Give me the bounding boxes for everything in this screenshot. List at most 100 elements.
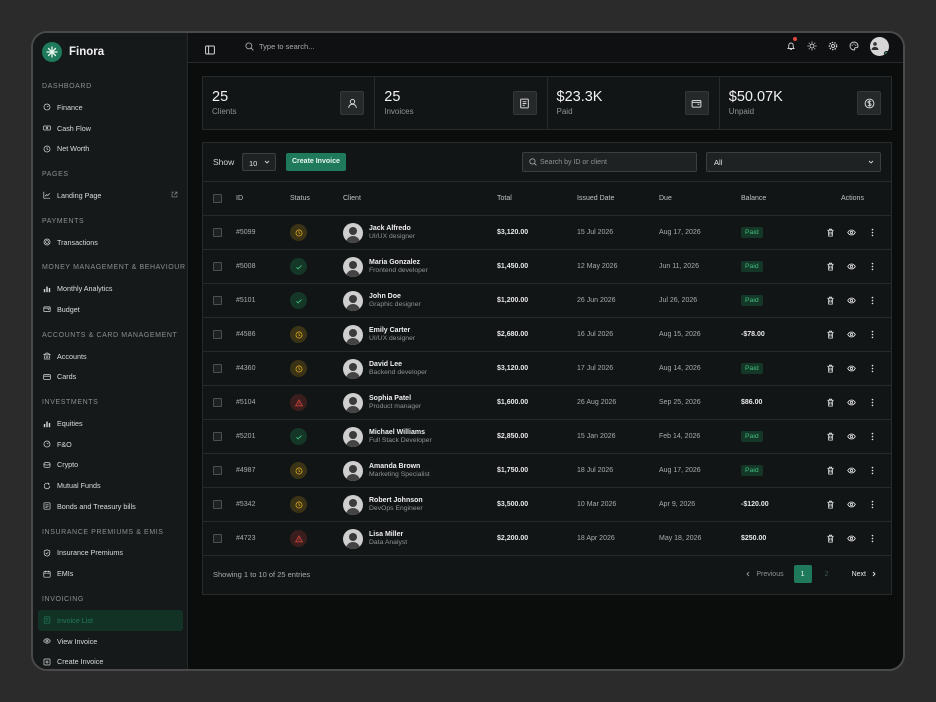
table-row[interactable]: #4987 Amanda Brown Marketing Specialist $1,…	[203, 454, 891, 488]
sidebar-item-monthly-analytics[interactable]: Monthly Analytics	[33, 278, 187, 299]
sidebar-item-mutual-funds[interactable]: Mutual Funds	[33, 475, 187, 496]
settings-button[interactable]	[828, 38, 838, 56]
delete-button[interactable]	[825, 364, 835, 374]
view-button[interactable]	[846, 228, 856, 238]
delete-button[interactable]	[825, 296, 835, 306]
invoice-id[interactable]: #5008	[236, 250, 255, 283]
view-button[interactable]	[846, 398, 856, 408]
more-button[interactable]	[867, 228, 877, 238]
view-button[interactable]	[846, 466, 856, 476]
invoice-id[interactable]: #5099	[236, 216, 255, 249]
col-total-header[interactable]: Total	[497, 182, 512, 215]
row-checkbox[interactable]	[213, 432, 222, 441]
invoice-id[interactable]: #4586	[236, 318, 255, 351]
sidebar-item-create-invoice[interactable]: Create Invoice	[33, 651, 187, 669]
delete-button[interactable]	[825, 534, 835, 544]
table-row[interactable]: #5008 Maria Gonzalez Frontend developer $1,…	[203, 250, 891, 284]
col-issued-header[interactable]: Issued Date	[577, 182, 614, 215]
select-all-checkbox[interactable]	[213, 194, 222, 203]
row-checkbox[interactable]	[213, 500, 222, 509]
more-button[interactable]	[867, 500, 877, 510]
delete-button[interactable]	[825, 432, 835, 442]
sidebar-item-budget[interactable]: Budget	[33, 299, 187, 320]
row-checkbox[interactable]	[213, 262, 222, 271]
view-button[interactable]	[846, 500, 856, 510]
palette-button[interactable]	[849, 38, 859, 56]
view-button[interactable]	[846, 534, 856, 544]
more-button[interactable]	[867, 330, 877, 340]
row-checkbox[interactable]	[213, 296, 222, 305]
table-row[interactable]: #4360 David Lee Backend developer $3,120.00…	[203, 352, 891, 386]
sidebar-item-emis[interactable]: EMIs	[33, 563, 187, 584]
col-due-header[interactable]: Due	[659, 182, 672, 215]
col-status-header[interactable]: Status	[290, 182, 310, 215]
next-page-button[interactable]: Next	[852, 571, 877, 578]
view-button[interactable]	[846, 296, 856, 306]
notifications-button[interactable]	[786, 36, 797, 56]
table-row[interactable]: #5201 Michael Williams Full Stack Develope…	[203, 420, 891, 454]
more-button[interactable]	[867, 432, 877, 442]
sidebar-item-cash-flow[interactable]: Cash Flow	[33, 118, 187, 139]
sidebar-item-cards[interactable]: Cards	[33, 367, 187, 388]
sidebar-toggle-button[interactable]	[205, 42, 215, 60]
delete-button[interactable]	[825, 398, 835, 408]
invoice-id[interactable]: #5342	[236, 488, 255, 521]
sidebar-item-landing-page[interactable]: Landing Page	[33, 185, 187, 206]
col-client-header[interactable]: Client	[343, 182, 361, 215]
sidebar-item-insurance-premiums[interactable]: Insurance Premiums	[33, 543, 187, 564]
sidebar-item-view-invoice[interactable]: View Invoice	[33, 631, 187, 652]
row-checkbox[interactable]	[213, 330, 222, 339]
table-row[interactable]: #5342 Robert Johnson DevOps Engineer $3,500…	[203, 488, 891, 522]
table-row[interactable]: #5099 Jack Alfredo UI/UX designer $3,120.00…	[203, 216, 891, 250]
view-button[interactable]	[846, 330, 856, 340]
delete-button[interactable]	[825, 330, 835, 340]
more-button[interactable]	[867, 466, 877, 476]
row-checkbox[interactable]	[213, 466, 222, 475]
sidebar-item-crypto[interactable]: Crypto	[33, 455, 187, 476]
sidebar-item-bonds-and-treasury-bills[interactable]: Bonds and Treasury bills	[33, 496, 187, 517]
row-checkbox[interactable]	[213, 228, 222, 237]
delete-button[interactable]	[825, 228, 835, 238]
view-button[interactable]	[846, 262, 856, 272]
status-filter-select[interactable]: All	[706, 152, 881, 172]
delete-button[interactable]	[825, 500, 835, 510]
page-1-button[interactable]: 1	[793, 565, 812, 583]
more-button[interactable]	[867, 398, 877, 408]
sidebar-item-net-worth[interactable]: Net Worth	[33, 138, 187, 159]
view-button[interactable]	[846, 432, 856, 442]
col-balance-header[interactable]: Balance	[741, 182, 766, 215]
invoice-search-input[interactable]: Search by ID or client	[522, 152, 697, 172]
more-button[interactable]	[867, 296, 877, 306]
page-2-button[interactable]: 2	[818, 565, 836, 583]
more-button[interactable]	[867, 364, 877, 374]
invoice-id[interactable]: #5101	[236, 284, 255, 317]
view-button[interactable]	[846, 364, 856, 374]
invoice-id[interactable]: #4723	[236, 522, 255, 555]
row-checkbox[interactable]	[213, 534, 222, 543]
sidebar-item-equities[interactable]: Equities	[33, 413, 187, 434]
theme-toggle-button[interactable]	[807, 38, 817, 56]
table-row[interactable]: #5104 Sophia Patel Product manager $1,600.0…	[203, 386, 891, 420]
sidebar-item-finance[interactable]: Finance	[33, 97, 187, 118]
sidebar-item-accounts[interactable]: Accounts	[33, 346, 187, 367]
row-checkbox[interactable]	[213, 398, 222, 407]
table-row[interactable]: #5101 John Doe Graphic designer $1,200.00 26…	[203, 284, 891, 318]
invoice-id[interactable]: #4360	[236, 352, 255, 385]
col-id-header[interactable]: ID	[236, 182, 243, 215]
invoice-id[interactable]: #4987	[236, 454, 255, 487]
brand[interactable]: Finora	[42, 42, 104, 62]
more-button[interactable]	[867, 534, 877, 544]
table-row[interactable]: #4586 Emily Carter UI/UX designer $2,680.00…	[203, 318, 891, 352]
page-size-select[interactable]: 10	[242, 153, 276, 171]
table-row[interactable]: #4723 Lisa Miller Data Analyst $2,200.00 18 …	[203, 522, 891, 556]
sidebar-item-transactions[interactable]: Transactions	[33, 232, 187, 253]
create-invoice-button[interactable]: Create Invoice	[286, 153, 346, 171]
delete-button[interactable]	[825, 466, 835, 476]
invoice-id[interactable]: #5104	[236, 386, 255, 419]
previous-page-button[interactable]: Previous	[745, 571, 784, 578]
more-button[interactable]	[867, 262, 877, 272]
sidebar-item-f-o[interactable]: F&O	[33, 434, 187, 455]
delete-button[interactable]	[825, 262, 835, 272]
global-search-input[interactable]: Type to search...	[245, 42, 314, 51]
invoice-id[interactable]: #5201	[236, 420, 255, 453]
